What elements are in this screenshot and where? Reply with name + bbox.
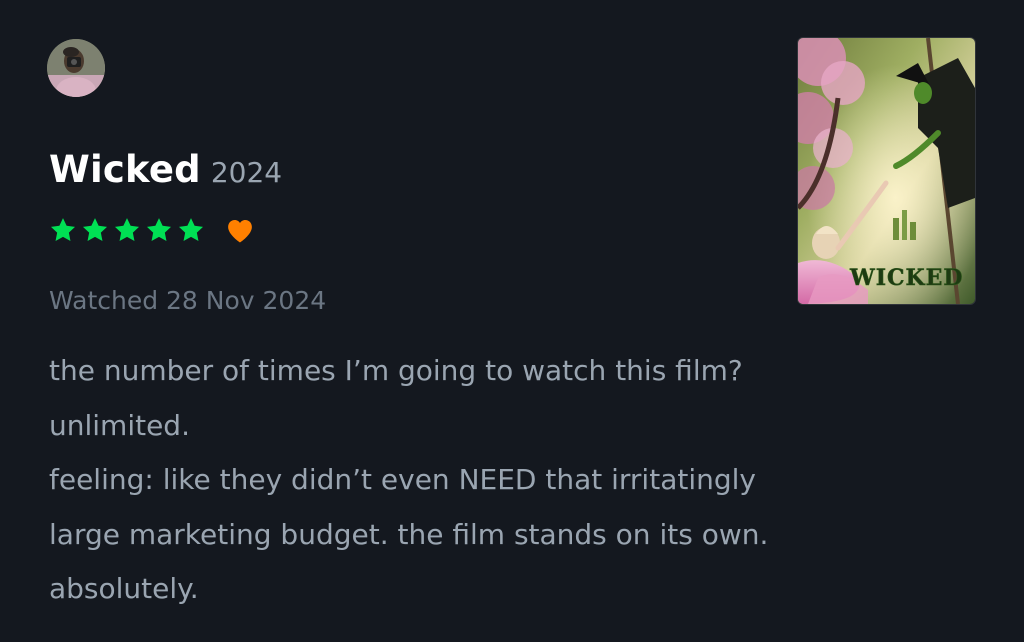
poster-title: WICKED — [849, 265, 963, 291]
review-card: Wicked 2024 Watched 28 Nov 2024 the numb… — [0, 0, 1024, 642]
review-line: large marketing budget. the film stands … — [49, 517, 769, 551]
film-poster[interactable]: WICKED — [798, 38, 975, 304]
review-line: absolutely. — [49, 572, 199, 605]
star-icon — [50, 218, 76, 241]
review-line: the number of times I’m going to watch t… — [49, 354, 743, 387]
star-icon — [82, 218, 108, 241]
rating-row — [49, 216, 255, 244]
heart-icon — [228, 220, 252, 243]
star-icon — [114, 218, 140, 241]
watched-date: Watched 28 Nov 2024 — [49, 286, 327, 315]
film-title[interactable]: Wicked — [49, 148, 201, 191]
avatar-image — [47, 39, 105, 97]
poster-image: WICKED — [798, 38, 975, 304]
star-icon — [178, 218, 204, 241]
film-heading: Wicked 2024 — [49, 148, 282, 191]
review-text: the number of times I’m going to watch t… — [49, 344, 949, 617]
star-icon — [146, 218, 172, 241]
review-line: unlimited. — [49, 408, 190, 442]
review-line: feeling: like they didn’t even NEED that… — [49, 463, 756, 496]
user-avatar[interactable] — [47, 39, 105, 97]
film-year[interactable]: 2024 — [211, 156, 282, 189]
